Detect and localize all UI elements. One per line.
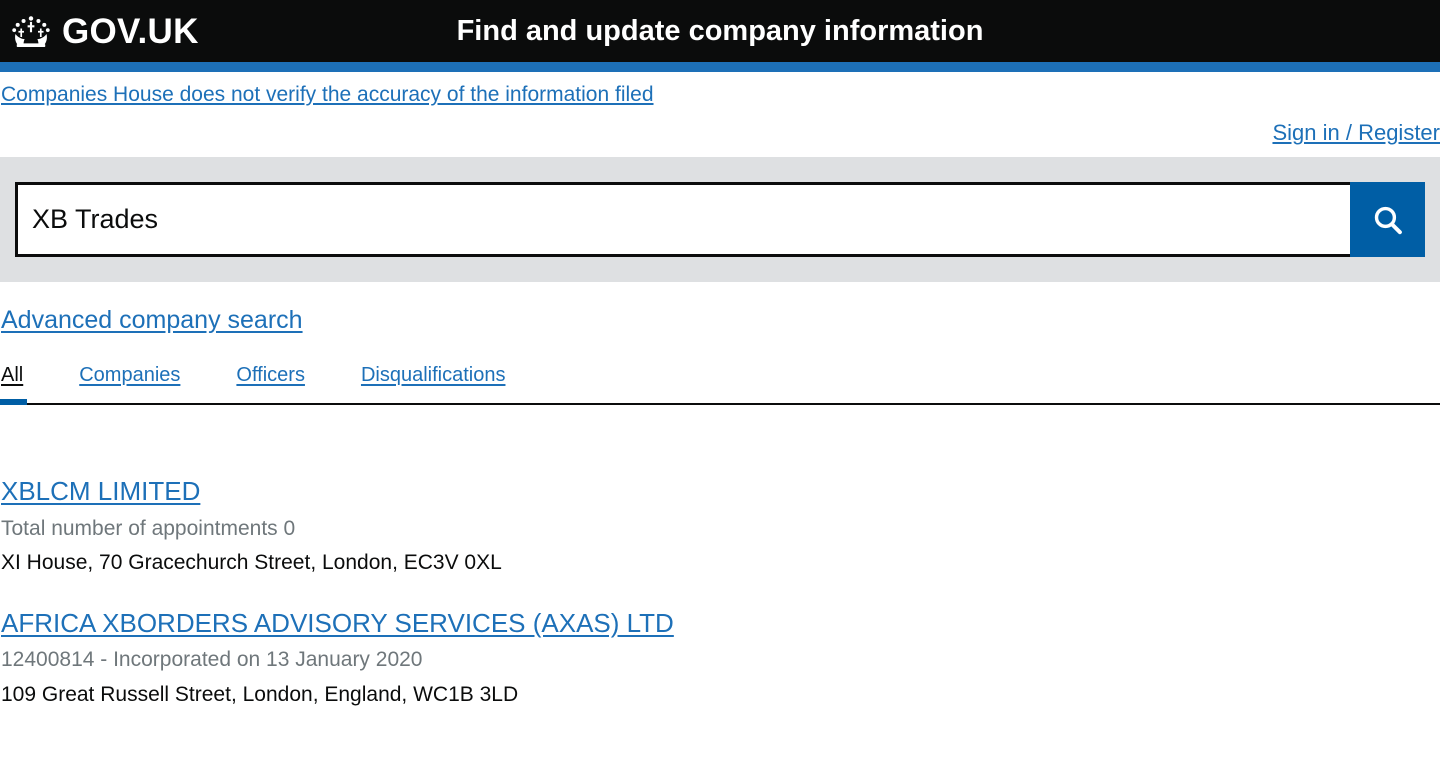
govuk-header: GOV.UK Find and update company informati…	[0, 0, 1440, 62]
notice-banner: Companies House does not verify the accu…	[0, 72, 1440, 108]
result-meta: 12400814 - Incorporated on 13 January 20…	[1, 648, 423, 672]
search-button[interactable]	[1350, 182, 1425, 258]
search-input[interactable]	[15, 182, 1350, 258]
tab-officers[interactable]: Officers	[236, 363, 305, 403]
list-item: AFRICA XBORDERS ADVISORY SERVICES (AXAS)…	[0, 608, 1440, 707]
advanced-company-search-link[interactable]: Advanced company search	[1, 306, 303, 334]
tab-companies[interactable]: Companies	[79, 363, 180, 403]
result-title-link[interactable]: XBLCM LIMITED	[1, 476, 200, 507]
account-bar: Sign in / Register	[0, 108, 1440, 146]
accuracy-notice-link[interactable]: Companies House does not verify the accu…	[1, 83, 654, 106]
search-result-tabs: All Companies Officers Disqualifications	[0, 363, 1440, 406]
result-title-link[interactable]: AFRICA XBORDERS ADVISORY SERVICES (AXAS)…	[1, 608, 674, 639]
list-item: XBLCM LIMITED Total number of appointmen…	[0, 476, 1440, 575]
advanced-search-row: Advanced company search	[0, 282, 1440, 335]
header-blue-band	[0, 62, 1440, 72]
crown-icon	[10, 14, 52, 48]
tab-all[interactable]: All	[0, 363, 28, 406]
search-icon	[1371, 203, 1405, 237]
govuk-home-link[interactable]: GOV.UK	[10, 14, 199, 49]
service-name: Find and update company information	[456, 14, 984, 47]
result-address: XI House, 70 Gracechurch Street, London,…	[1, 551, 502, 575]
sign-in-register-link[interactable]: Sign in / Register	[1272, 120, 1440, 145]
result-meta: Total number of appointments 0	[1, 517, 296, 541]
result-address: 109 Great Russell Street, London, Englan…	[1, 682, 519, 706]
search-results-list: XBLCM LIMITED Total number of appointmen…	[0, 405, 1440, 707]
tab-disqualifications[interactable]: Disqualifications	[361, 363, 506, 403]
govuk-brand-text: GOV.UK	[62, 11, 199, 51]
search-bar	[0, 157, 1440, 283]
